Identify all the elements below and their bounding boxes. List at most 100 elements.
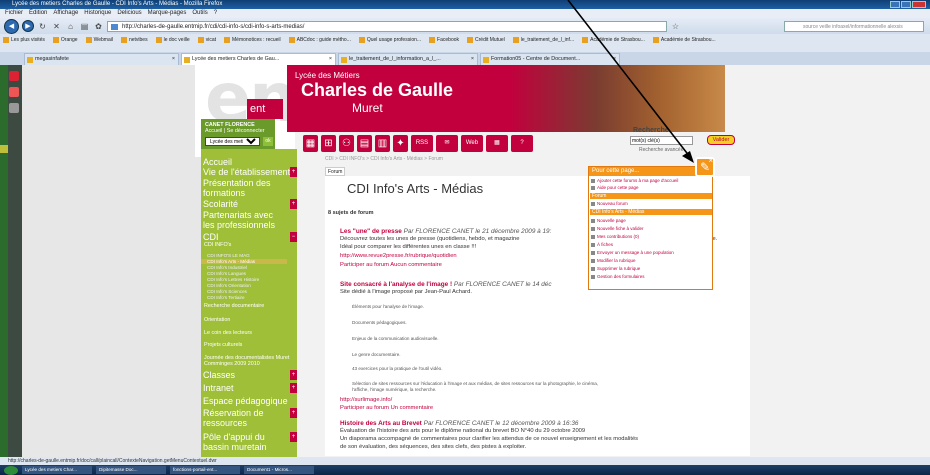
close-window-button[interactable]	[912, 1, 926, 8]
forward-button[interactable]: ▶	[22, 20, 34, 32]
agenda-icon[interactable]: ⊞	[321, 135, 336, 152]
popup-item[interactable]: Gestion des formulaires	[591, 274, 645, 279]
expand-arrow-icon[interactable]: +	[290, 408, 297, 418]
menu-espace[interactable]: Espace pédagogique	[201, 396, 297, 406]
submenu-arts-medias[interactable]: CDI Info's Arts - Médias	[201, 259, 287, 264]
bulb-icon[interactable]: ✦	[393, 135, 408, 152]
popup-toggle-icon[interactable]: ✎	[695, 153, 715, 177]
stop-icon[interactable]: ✕	[51, 21, 62, 32]
address-bar[interactable]: http://charles-de-gaulle.entmip.fr/cdi/c…	[107, 20, 667, 32]
popup-item[interactable]: Envoyer un message à une population	[591, 250, 674, 255]
menu-scolarite[interactable]: Scolarité +	[201, 199, 297, 209]
taskbar-item[interactable]: Document1 - Micros...	[244, 466, 314, 474]
tab-close-icon[interactable]: ×	[613, 54, 616, 65]
start-button[interactable]	[4, 465, 18, 475]
bookmark-item[interactable]: Mémonotices : recueil	[224, 36, 281, 43]
search-input[interactable]: source veille infoaxel/informationnelle …	[784, 20, 924, 32]
mail-icon[interactable]: ✉	[436, 135, 458, 152]
menu-presentation[interactable]: Présentation des formations	[201, 178, 281, 198]
expand-arrow-icon[interactable]: +	[290, 432, 297, 442]
addon-icon[interactable]: ✿	[93, 21, 104, 32]
tab-forum[interactable]: Forum	[325, 167, 345, 176]
addon-apple-icon[interactable]	[9, 87, 19, 97]
popup-item[interactable]: À fiches	[591, 242, 613, 247]
menu-cdi[interactable]: CDI −	[201, 232, 297, 242]
submenu-orientation[interactable]: CDI Info's Orientation	[201, 283, 287, 288]
menu-outils[interactable]: Outils	[192, 9, 207, 18]
bookmark-item[interactable]: Crédit Mutuel	[467, 36, 505, 43]
menu-cdi-infos[interactable]: CDI INFO's	[201, 242, 297, 248]
calendar-icon[interactable]: ▦	[303, 135, 318, 152]
bookmark-item[interactable]: Les plus visités	[3, 36, 45, 43]
menu-accueil[interactable]: Accueil	[201, 157, 297, 167]
menu-delicious[interactable]: Delicious	[117, 9, 141, 18]
bookmark-item[interactable]: netvibes	[120, 36, 148, 43]
menu-recherche-doc[interactable]: Recherche documentaire	[201, 303, 297, 309]
submenu-sciences[interactable]: CDI Info's Sciences	[201, 289, 287, 294]
bookmark-item[interactable]: ABCdoc : guide métho...	[288, 36, 351, 43]
menu-reservation[interactable]: Réservation de ressources +	[201, 408, 297, 428]
popup-item[interactable]: Mes contributions (0)	[591, 234, 639, 239]
submenu-langues[interactable]: CDI Info's Langues	[201, 271, 287, 276]
menu-classes[interactable]: Classes +	[201, 370, 297, 380]
ok-button[interactable]: ok	[263, 137, 273, 146]
back-button[interactable]: ◀	[4, 18, 19, 34]
tab-close-icon[interactable]: ×	[172, 54, 175, 65]
tab-traitement[interactable]: le_traitement_de_l_information_a_l_... ×	[338, 53, 478, 65]
popup-item[interactable]: Nouvelle fiche à valider	[591, 226, 644, 231]
bookmark-item[interactable]: Quel usage profession...	[358, 36, 421, 43]
minimize-button[interactable]	[890, 1, 900, 8]
menu-partenariats[interactable]: Partenariats avec les professionnels	[201, 210, 281, 230]
submenu-mag[interactable]: CDI INFO'S LE MAG	[201, 253, 287, 258]
user-links[interactable]: Accueil | Se déconnecter	[205, 128, 271, 134]
expand-arrow-icon[interactable]: +	[290, 370, 297, 380]
topic-actions[interactable]: Participer au forum Un commentaire	[340, 405, 433, 411]
menu-edition[interactable]: Édition	[29, 9, 47, 18]
help-icon[interactable]: ?	[511, 135, 533, 152]
taskbar-item[interactable]: Dipitemasse Doc...	[96, 466, 166, 474]
submenu-tertiaire[interactable]: CDI Info's Tertiaire	[201, 295, 287, 300]
bookmark-icon[interactable]: ▤	[79, 21, 90, 32]
popup-item[interactable]: Ajouter cette forums à ma page d'accueil	[591, 178, 678, 183]
rss-icon[interactable]: RSS	[411, 135, 433, 152]
bookmark-item[interactable]: le_traitement_de_l_inf...	[512, 36, 574, 43]
taskbar-item[interactable]: fonctions-portail-ent...	[170, 466, 240, 474]
advanced-search-link[interactable]: Recherche avancée	[639, 147, 683, 153]
topic-title[interactable]: Les "une" de presse Par FLORENCE CANET l…	[340, 228, 551, 235]
topic-title[interactable]: Site consacré à l'analyse de l'image ! P…	[340, 281, 552, 288]
popup-item[interactable]: Aide pour cette page	[591, 185, 639, 190]
submenu-lettres-histoire[interactable]: CDI Info's Lettres Histoire	[201, 277, 287, 282]
bookmark-item[interactable]: le doc veille	[155, 36, 190, 43]
topic-link[interactable]: http://www.revue2presse.fr/rubrique/quot…	[340, 253, 457, 259]
keyword-input[interactable]	[630, 136, 693, 145]
bookmark-item[interactable]: Académie de Strasbou...	[582, 36, 645, 43]
expand-arrow-icon[interactable]: +	[290, 199, 297, 209]
book-icon[interactable]: ▤	[357, 135, 372, 152]
menu-projets[interactable]: Projets culturels	[201, 342, 297, 348]
bookmark-item[interactable]: vicat	[197, 36, 216, 43]
menu-orientation[interactable]: Orientation	[201, 317, 297, 323]
valider-button[interactable]: Valider	[707, 135, 735, 145]
menu-help[interactable]: ?	[214, 9, 217, 18]
menu-coin-lecteurs[interactable]: Le coin des lecteurs	[201, 330, 297, 336]
files-icon[interactable]: ▦	[486, 135, 508, 152]
expand-arrow-icon[interactable]: +	[290, 167, 297, 177]
bookmark-item[interactable]: Académie de Strasbou...	[652, 36, 716, 43]
taskbar-item[interactable]: Lycée des metiers Char...	[22, 466, 92, 474]
menu-vie[interactable]: Vie de l'établissement +	[201, 167, 297, 177]
addon-red-icon[interactable]	[9, 71, 19, 81]
tab-close-icon[interactable]: ×	[329, 54, 332, 65]
menu-marque-pages[interactable]: Marque-pages	[148, 9, 187, 18]
topic-link[interactable]: http://surlimage.info/	[340, 397, 392, 403]
bookmark-item[interactable]: Orange	[52, 36, 78, 43]
tab-formation05[interactable]: Formation05 - Centre de Document... ×	[480, 53, 620, 65]
maximize-button[interactable]	[901, 1, 911, 8]
expand-arrow-icon[interactable]: +	[290, 383, 297, 393]
topic-actions[interactable]: Participer au forum Aucun commentaire	[340, 262, 442, 268]
menu-historique[interactable]: Historique	[84, 9, 111, 18]
bookmark-item[interactable]: Facebook	[429, 36, 459, 43]
submenu-industriel[interactable]: CDI Info's Industriel	[201, 265, 287, 270]
document-icon[interactable]: ▥	[375, 135, 390, 152]
addon-tool-icon[interactable]	[9, 103, 19, 113]
menu-intranet[interactable]: Intranet +	[201, 383, 297, 393]
